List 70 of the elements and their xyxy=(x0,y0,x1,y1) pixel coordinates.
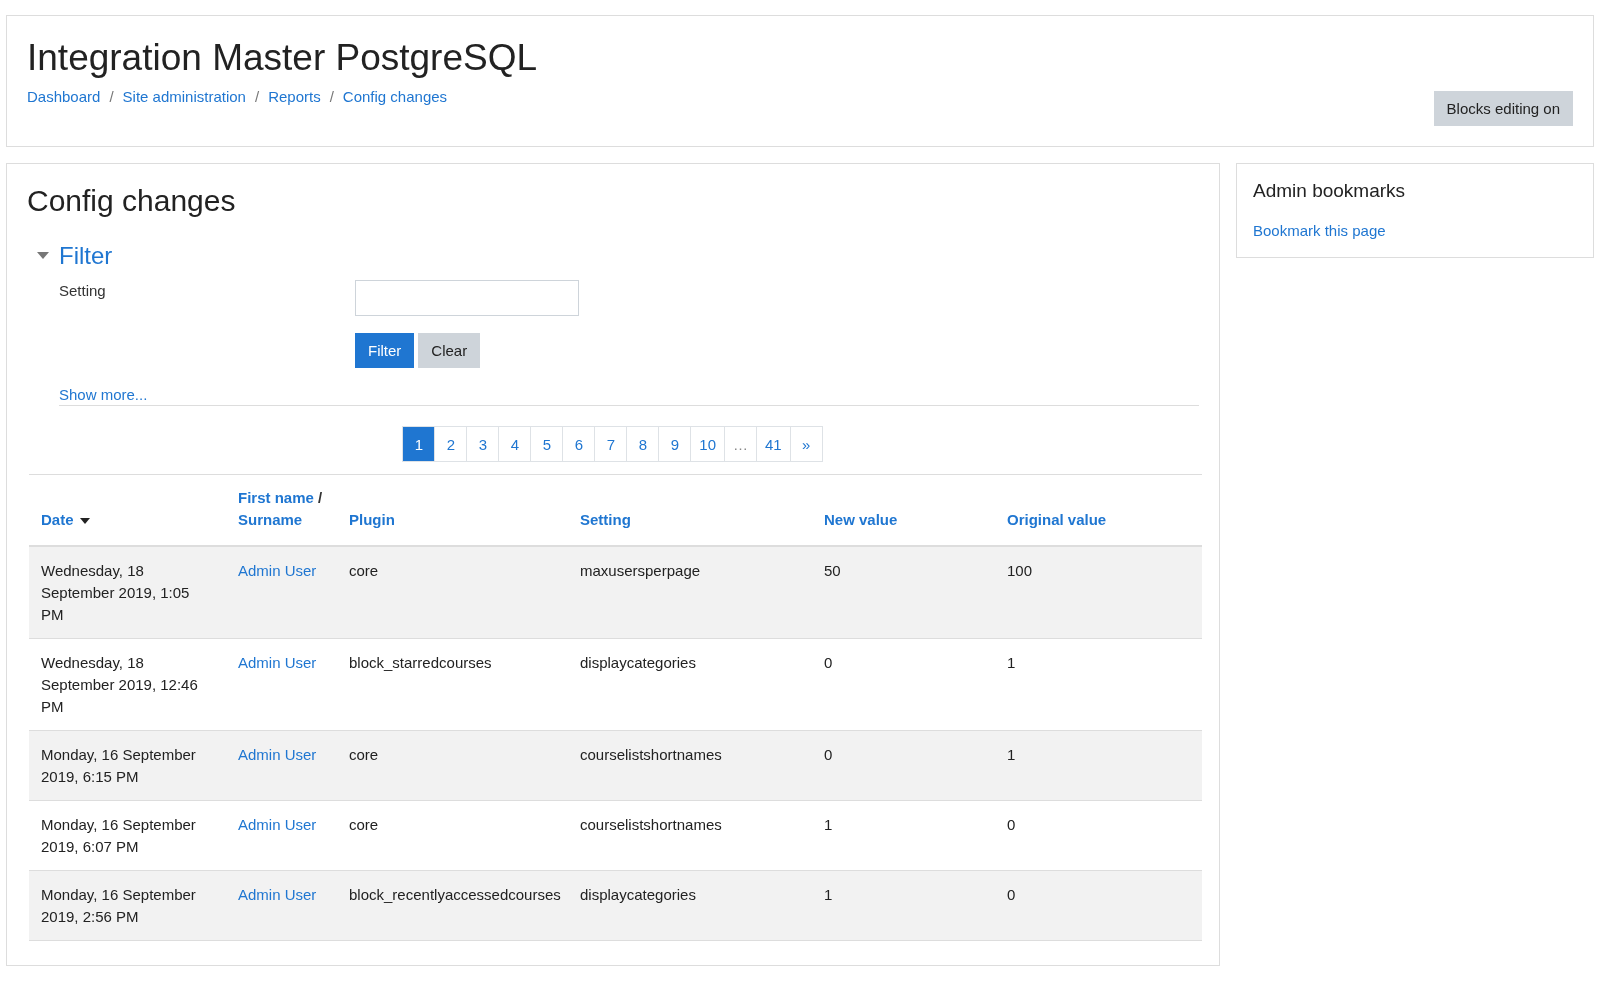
page-link[interactable]: 2 xyxy=(434,426,468,462)
setting-input-field[interactable] xyxy=(355,280,579,316)
caret-icon[interactable] xyxy=(37,252,49,260)
table-cell: displaycategories xyxy=(580,886,696,903)
blocks-editing-button[interactable]: Blocks editing on xyxy=(1433,91,1573,126)
table-cell: 0 xyxy=(824,746,833,763)
table-cell: 1 xyxy=(1007,654,1016,671)
page-link[interactable]: 6 xyxy=(562,426,596,462)
table-cell: 0 xyxy=(824,654,833,671)
table-cell: core xyxy=(349,562,379,579)
column-header-link[interactable]: Date xyxy=(41,511,74,528)
breadcrumb-link[interactable]: Config changes xyxy=(342,88,448,105)
table-cell: core xyxy=(349,816,379,833)
page-link[interactable]: » xyxy=(789,426,823,462)
page-link[interactable]: 10 xyxy=(690,426,725,462)
breadcrumb-separator: / xyxy=(109,88,114,105)
field-label: Setting xyxy=(59,281,107,301)
page-link[interactable]: 41 xyxy=(756,426,791,462)
page-link[interactable]: 7 xyxy=(594,426,628,462)
page-link[interactable]: 4 xyxy=(498,426,532,462)
table-cell: core xyxy=(349,746,379,763)
bookmark-link[interactable]: Bookmark this page xyxy=(1253,222,1386,239)
table-cell: 50 xyxy=(824,562,841,579)
table-cell: 1 xyxy=(824,886,833,903)
column-header-link[interactable]: Surname xyxy=(238,511,303,528)
table-cell: maxusersperpage xyxy=(580,562,701,579)
filter-button[interactable]: Filter xyxy=(355,333,415,368)
table-cell: block_recentlyaccessedcourses xyxy=(349,886,561,903)
block-title: Admin bookmarks xyxy=(1253,180,1407,202)
clear-button[interactable]: Clear xyxy=(418,333,481,368)
column-header-separator: / xyxy=(318,489,323,506)
table-cell: courselistshortnames xyxy=(580,746,722,763)
column-header-link[interactable]: First name xyxy=(238,489,314,506)
breadcrumb-separator: / xyxy=(254,88,260,105)
breadcrumb-link[interactable]: Dashboard xyxy=(27,88,101,105)
table-cell: courselistshortnames xyxy=(580,816,722,833)
table-cell: block_starredcourses xyxy=(349,654,492,671)
table-cell: displaycategories xyxy=(580,654,696,671)
table-cell: 0 xyxy=(1007,816,1016,833)
sort-descending-icon[interactable] xyxy=(79,518,90,525)
table-cell: Monday, 16 September 2019, 6:15 PM xyxy=(41,746,196,785)
column-header-link[interactable]: Original value xyxy=(1007,511,1107,528)
table-cell: Monday, 16 September 2019, 2:56 PM xyxy=(41,886,196,925)
filter-toggle[interactable]: Filter xyxy=(59,242,113,270)
column-header-link[interactable]: Setting xyxy=(580,511,631,528)
table-cell: 0 xyxy=(1007,886,1016,903)
table-cell: Monday, 16 September 2019, 6:07 PM xyxy=(41,816,196,855)
breadcrumb-link[interactable]: Reports xyxy=(268,88,321,105)
user-link[interactable]: Admin User xyxy=(238,886,317,903)
table-cell: 100 xyxy=(1007,562,1033,579)
breadcrumb-link[interactable]: Site administration xyxy=(122,88,246,105)
user-link[interactable]: Admin User xyxy=(238,562,317,579)
table-cell: 1 xyxy=(1007,746,1016,763)
page-heading: Config changes xyxy=(27,184,237,218)
show-more-link[interactable]: Show more... xyxy=(59,386,148,403)
column-header-link[interactable]: Plugin xyxy=(349,511,395,528)
site-title: Integration Master PostgreSQL xyxy=(27,36,538,80)
user-link[interactable]: Admin User xyxy=(238,816,317,833)
page-link[interactable]: 9 xyxy=(658,426,692,462)
page-link[interactable]: 5 xyxy=(530,426,564,462)
column-header-link[interactable]: New value xyxy=(824,511,898,528)
table-cell: Wednesday, 18 September 2019, 12:46 PM xyxy=(41,654,198,715)
page-link[interactable]: 3 xyxy=(466,426,500,462)
user-link[interactable]: Admin User xyxy=(238,746,317,763)
page-link[interactable]: 1 xyxy=(402,426,436,462)
user-link[interactable]: Admin User xyxy=(238,654,317,671)
table-cell: 1 xyxy=(824,816,833,833)
breadcrumb-separator: / xyxy=(329,88,334,105)
page-link[interactable]: 8 xyxy=(626,426,660,462)
table-cell: Wednesday, 18 September 2019, 1:05 PM xyxy=(41,562,190,623)
